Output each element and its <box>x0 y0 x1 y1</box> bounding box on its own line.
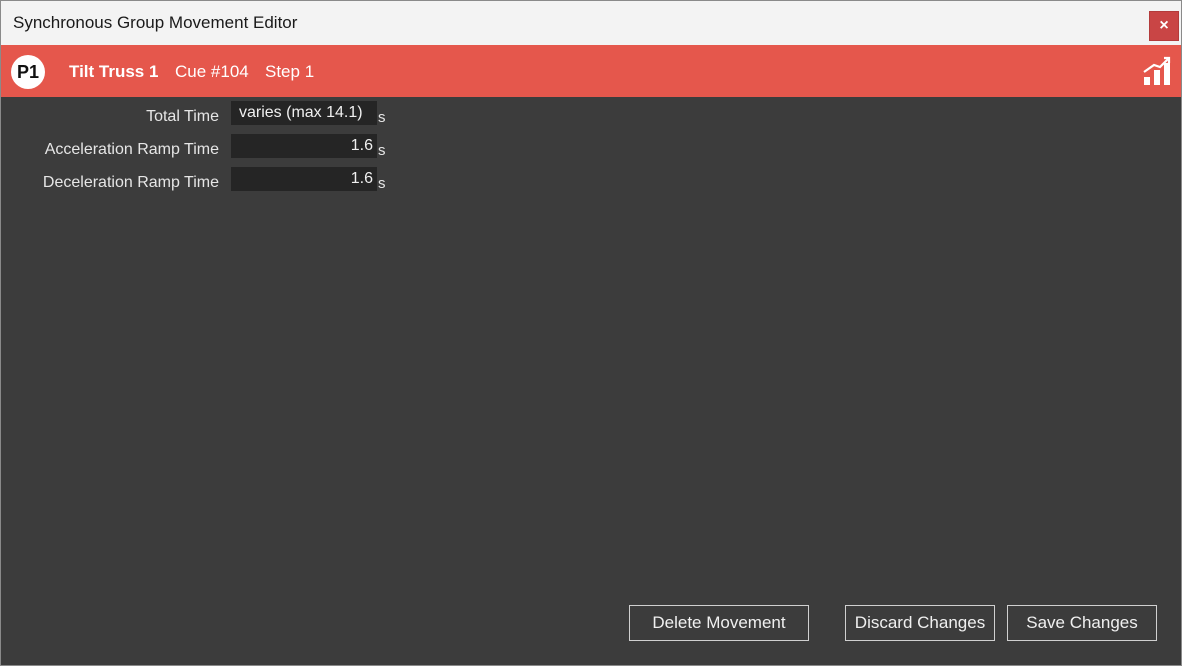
close-icon: × <box>1159 17 1169 34</box>
bar-chart-icon[interactable] <box>1141 55 1173 87</box>
deceleration-ramp-input[interactable] <box>231 167 377 191</box>
total-time-input[interactable] <box>231 101 377 125</box>
title-bar: Synchronous Group Movement Editor × <box>1 1 1181 45</box>
discard-changes-button[interactable]: Discard Changes <box>845 605 995 641</box>
delete-movement-button[interactable]: Delete Movement <box>629 605 809 641</box>
step-number: Step 1 <box>265 62 315 81</box>
total-time-unit: s <box>378 109 386 126</box>
cue-number: Cue #104 <box>175 62 249 81</box>
acceleration-ramp-input[interactable] <box>231 134 377 158</box>
group-name: Tilt Truss 1 <box>69 62 159 81</box>
close-button[interactable]: × <box>1149 11 1179 41</box>
save-changes-button[interactable]: Save Changes <box>1007 605 1157 641</box>
deceleration-ramp-label: Deceleration Ramp Time <box>42 174 219 191</box>
movement-header: P1 Tilt Truss 1 Cue #104 Step 1 <box>1 45 1181 97</box>
acceleration-ramp-unit: s <box>378 142 386 159</box>
deceleration-ramp-unit: s <box>378 175 386 192</box>
editor-window: Synchronous Group Movement Editor × P1 T… <box>0 0 1182 666</box>
profile-badge: P1 <box>11 55 45 89</box>
acceleration-ramp-label: Acceleration Ramp Time <box>44 141 219 158</box>
total-time-label: Total Time <box>146 108 219 125</box>
window-title: Synchronous Group Movement Editor <box>13 13 298 32</box>
